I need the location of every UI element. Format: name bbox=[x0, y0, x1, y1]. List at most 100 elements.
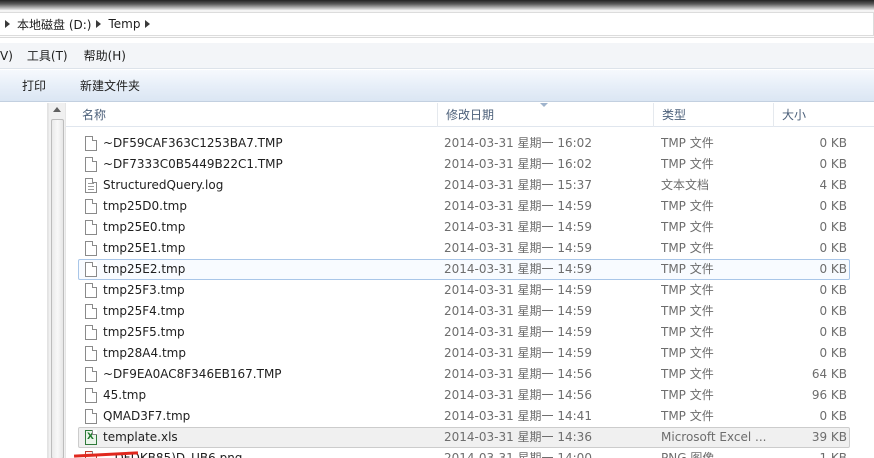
window-title-strip bbox=[0, 0, 874, 10]
breadcrumb-folder[interactable]: Temp bbox=[108, 17, 140, 31]
file-name: ~DF7333C0B5449B22C1.TMP bbox=[103, 157, 283, 171]
file-date: 2014-03-31 星期一 14:59 bbox=[444, 325, 592, 339]
file-row[interactable]: StructuredQuery.log 2014-03-31 星期一 15:37 文… bbox=[78, 175, 850, 196]
menu-bar: V) 工具(T) 帮助(H) bbox=[0, 43, 874, 69]
file-icon bbox=[85, 199, 97, 214]
file-name: tmp25E0.tmp bbox=[103, 220, 186, 234]
file-date: 2014-03-31 星期一 15:37 bbox=[444, 178, 592, 192]
file-type: TMP 文件 bbox=[661, 157, 714, 171]
breadcrumb-arrow-icon[interactable] bbox=[145, 20, 151, 28]
new-folder-button[interactable]: 新建文件夹 bbox=[72, 73, 148, 98]
file-type: TMP 文件 bbox=[661, 388, 714, 402]
scroll-thumb[interactable] bbox=[51, 119, 64, 458]
file-size: 0 KB bbox=[819, 346, 847, 360]
clipped-row-fragment bbox=[102, 127, 162, 131]
file-type: PNG 图像 bbox=[661, 451, 715, 458]
file-date: 2014-03-31 星期一 14:56 bbox=[444, 367, 592, 381]
file-icon bbox=[85, 157, 97, 172]
file-name: 45.tmp bbox=[103, 388, 147, 402]
file-name: ...DFDKB85)D_UB6.png bbox=[103, 451, 243, 458]
file-name: StructuredQuery.log bbox=[103, 178, 224, 192]
excel-file-icon bbox=[85, 430, 97, 445]
file-name: ~DF59CAF363C1253BA7.TMP bbox=[103, 136, 283, 150]
command-toolbar: 打印 新建文件夹 bbox=[0, 70, 874, 102]
file-size: 39 KB bbox=[811, 430, 847, 444]
file-size: 0 KB bbox=[819, 304, 847, 318]
file-name: tmp25E1.tmp bbox=[103, 241, 186, 255]
file-date: 2014-03-31 星期一 14:59 bbox=[444, 262, 592, 276]
file-size: 0 KB bbox=[819, 262, 847, 276]
file-type: TMP 文件 bbox=[661, 136, 714, 150]
file-name: tmp25D0.tmp bbox=[103, 199, 187, 213]
file-size: 96 KB bbox=[811, 388, 847, 402]
breadcrumb-arrow-icon[interactable] bbox=[96, 20, 102, 28]
file-icon bbox=[85, 241, 97, 256]
file-type: TMP 文件 bbox=[661, 409, 714, 423]
file-list[interactable]: ~DF59CAF363C1253BA7.TMP 2014-03-31 星期一 16… bbox=[66, 127, 874, 458]
file-date: 2014-03-31 星期一 14:00 bbox=[444, 451, 592, 458]
menu-tools[interactable]: 工具(T) bbox=[27, 47, 68, 64]
file-row[interactable]: ~DF9EA0AC8F346EB167.TMP 2014-03-31 星期一 14… bbox=[78, 364, 850, 385]
breadcrumb-arrow-icon[interactable] bbox=[5, 20, 10, 28]
file-row[interactable]: ~DF7333C0B5449B22C1.TMP 2014-03-31 星期一 16… bbox=[78, 154, 850, 175]
file-date: 2014-03-31 星期一 16:02 bbox=[444, 157, 592, 171]
file-row[interactable]: tmp28A4.tmp 2014-03-31 星期一 14:59 TMP 文件 0 K… bbox=[78, 343, 850, 364]
file-row[interactable]: tmp25F3.tmp 2014-03-31 星期一 14:59 TMP 文件 0 K… bbox=[78, 280, 850, 301]
address-bar-container: 本地磁盘 (D:) Temp bbox=[0, 10, 874, 38]
file-date: 2014-03-31 星期一 14:41 bbox=[444, 409, 592, 423]
file-type: TMP 文件 bbox=[661, 304, 714, 318]
file-row[interactable]: tmp25E2.tmp 2014-03-31 星期一 14:59 TMP 文件 0 K… bbox=[78, 259, 850, 280]
file-row[interactable]: tmp25F5.tmp 2014-03-31 星期一 14:59 TMP 文件 0 K… bbox=[78, 322, 850, 343]
file-name: template.xls bbox=[103, 430, 178, 444]
file-row[interactable]: 45.tmp 2014-03-31 星期一 14:56 TMP 文件 96 KB bbox=[78, 385, 850, 406]
column-header-size[interactable]: 大小 bbox=[774, 103, 874, 127]
file-date: 2014-03-31 星期一 14:59 bbox=[444, 199, 592, 213]
file-size: 64 KB bbox=[811, 367, 847, 381]
file-size: 1 KB bbox=[819, 451, 847, 458]
file-row[interactable]: tmp25E0.tmp 2014-03-31 星期一 14:59 TMP 文件 0 K… bbox=[78, 217, 850, 238]
file-icon bbox=[85, 325, 97, 340]
address-bar[interactable]: 本地磁盘 (D:) Temp bbox=[0, 12, 874, 36]
file-type: TMP 文件 bbox=[661, 346, 714, 360]
file-name: ~DF9EA0AC8F346EB167.TMP bbox=[103, 367, 282, 381]
file-size: 0 KB bbox=[819, 409, 847, 423]
file-icon bbox=[85, 220, 97, 235]
file-date: 2014-03-31 星期一 14:59 bbox=[444, 220, 592, 234]
file-row[interactable]: tmp25D0.tmp 2014-03-31 星期一 14:59 TMP 文件 0 K… bbox=[78, 196, 850, 217]
file-type: TMP 文件 bbox=[661, 325, 714, 339]
file-row[interactable]: tmp25E1.tmp 2014-03-31 星期一 14:59 TMP 文件 0 K… bbox=[78, 238, 850, 259]
scroll-up-arrow-icon[interactable] bbox=[53, 107, 61, 112]
file-row[interactable]: QMAD3F7.tmp 2014-03-31 星期一 14:41 TMP 文件 0 K… bbox=[78, 406, 850, 427]
file-date: 2014-03-31 星期一 16:02 bbox=[444, 136, 592, 150]
file-row[interactable]: template.xls 2014-03-31 星期一 14:36 Microsof… bbox=[78, 427, 850, 448]
file-icon bbox=[85, 304, 97, 319]
file-row[interactable]: tmp25F4.tmp 2014-03-31 星期一 14:59 TMP 文件 0 K… bbox=[78, 301, 850, 322]
file-icon bbox=[85, 136, 97, 151]
file-type: TMP 文件 bbox=[661, 220, 714, 234]
file-date: 2014-03-31 星期一 14:36 bbox=[444, 430, 592, 444]
file-type: TMP 文件 bbox=[661, 283, 714, 297]
file-type: TMP 文件 bbox=[661, 367, 714, 381]
file-row[interactable]: ...DFDKB85)D_UB6.png 2014-03-31 星期一 14:00… bbox=[78, 448, 850, 458]
file-name: tmp25F5.tmp bbox=[103, 325, 185, 339]
file-list-header: 名称 修改日期 类型 大小 bbox=[66, 103, 874, 127]
navigation-scrollbar[interactable] bbox=[48, 103, 66, 458]
file-date: 2014-03-31 星期一 14:59 bbox=[444, 241, 592, 255]
file-type: Microsoft Excel ... bbox=[661, 430, 767, 444]
file-size: 0 KB bbox=[819, 199, 847, 213]
file-icon bbox=[85, 409, 97, 424]
column-header-type[interactable]: 类型 bbox=[654, 103, 774, 127]
column-header-name[interactable]: 名称 bbox=[74, 103, 438, 127]
file-name: tmp28A4.tmp bbox=[103, 346, 186, 360]
file-icon bbox=[85, 346, 97, 361]
file-date: 2014-03-31 星期一 14:59 bbox=[444, 346, 592, 360]
file-row[interactable]: ~DF59CAF363C1253BA7.TMP 2014-03-31 星期一 16… bbox=[78, 133, 850, 154]
navigation-pane[interactable] bbox=[0, 103, 48, 458]
menu-help[interactable]: 帮助(H) bbox=[84, 47, 126, 64]
file-size: 0 KB bbox=[819, 283, 847, 297]
breadcrumb-drive[interactable]: 本地磁盘 (D:) bbox=[17, 16, 91, 33]
file-type: TMP 文件 bbox=[661, 262, 714, 276]
file-type: TMP 文件 bbox=[661, 241, 714, 255]
menu-view[interactable]: V) bbox=[0, 49, 13, 63]
print-button[interactable]: 打印 bbox=[14, 73, 54, 98]
